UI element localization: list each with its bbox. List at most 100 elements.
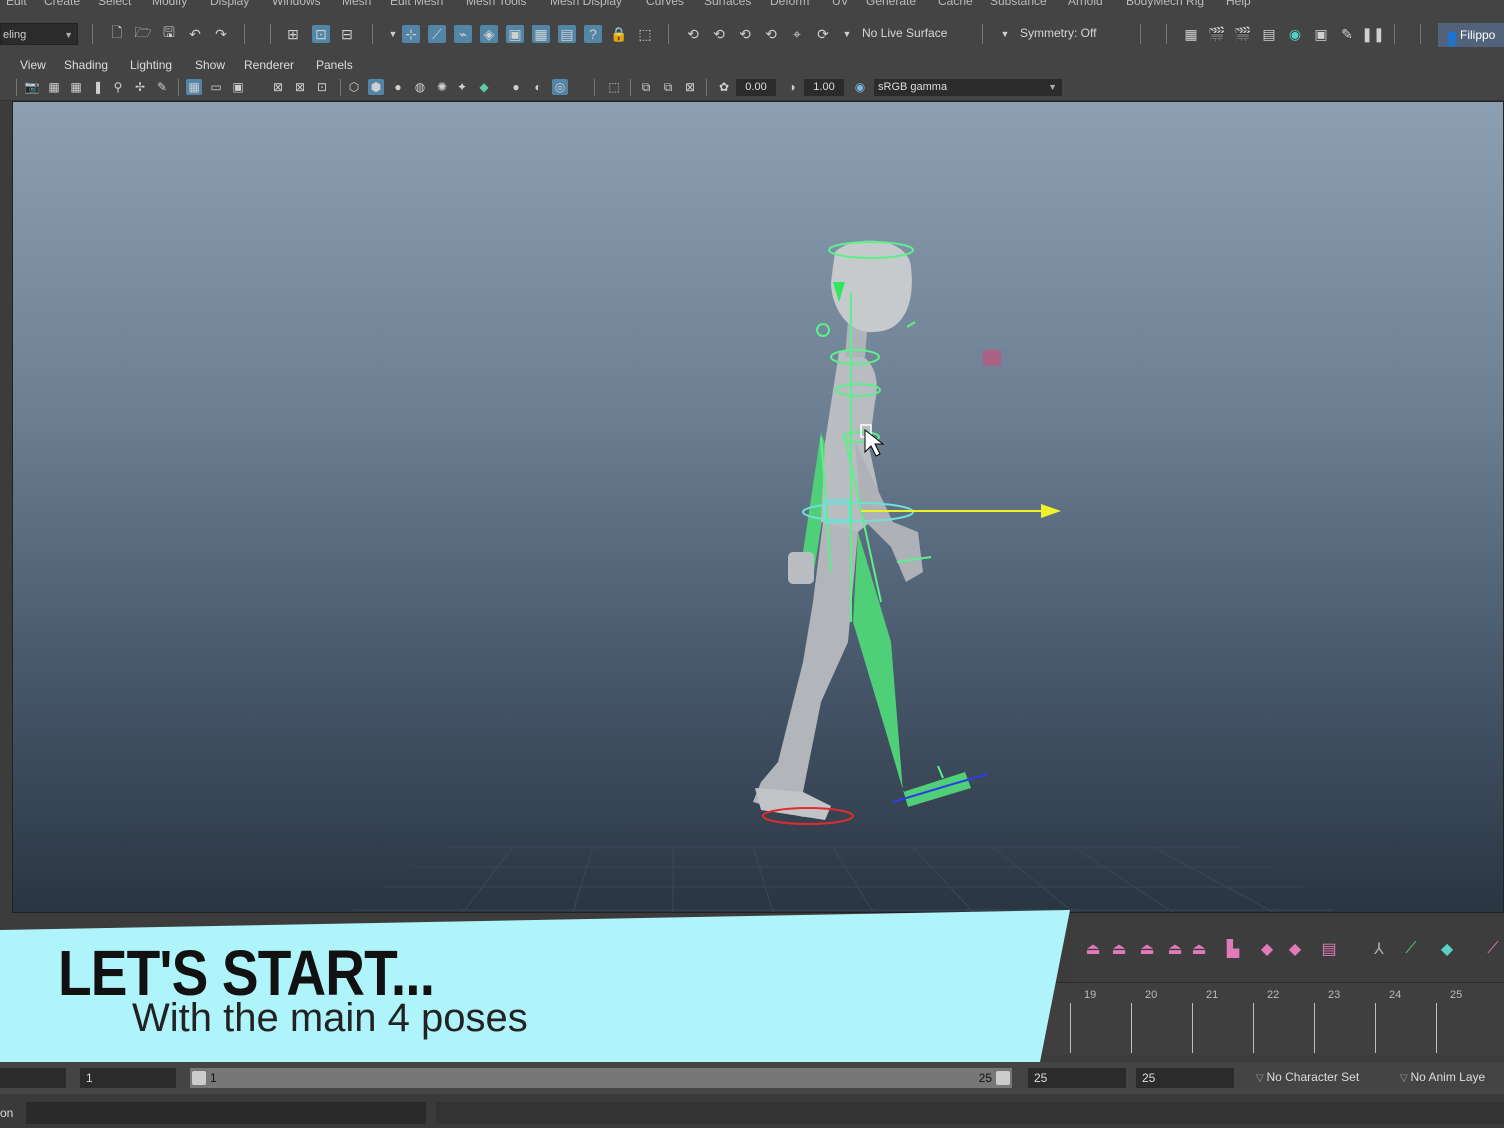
ipr-render-icon[interactable]: 🎬 <box>1234 25 1252 43</box>
snap-view-plane-icon[interactable]: ◈ <box>480 25 498 43</box>
tangent-icon[interactable]: ◆ <box>1258 940 1276 958</box>
playback-start-field[interactable]: 1 <box>80 1068 176 1088</box>
dropdown-arrow-icon[interactable]: ▼ <box>384 25 402 43</box>
breakdown-icon[interactable]: ◆ <box>1286 940 1304 958</box>
panel-menu-view[interactable]: View <box>20 58 46 72</box>
menu-create[interactable]: Create <box>44 0 80 8</box>
light-editor-icon[interactable]: ✎ <box>1338 25 1356 43</box>
lock-icon[interactable]: 🔒 <box>610 25 628 43</box>
resolution-gate-icon[interactable]: ▣ <box>230 79 246 95</box>
time-slider[interactable]: 19 20 21 22 23 24 25 <box>1040 982 1504 1055</box>
menu-curves[interactable]: Curves <box>646 0 684 8</box>
multisample-icon[interactable]: ◐ <box>530 79 546 95</box>
save-scene-icon[interactable]: 🖫 <box>160 24 178 43</box>
key-all-icon[interactable]: ⏏ <box>1084 940 1102 958</box>
render-frame-icon[interactable]: 🎬 <box>1208 25 1226 43</box>
pencil-icon[interactable]: ✎ <box>154 79 170 95</box>
use-all-lights-icon[interactable]: ✺ <box>434 79 450 95</box>
menu-cache[interactable]: Cache <box>938 0 973 8</box>
image-plane-icon[interactable]: ❚ <box>90 79 106 95</box>
command-language-label[interactable]: on <box>0 1106 13 1120</box>
field-chart-icon[interactable]: ⊠ <box>292 79 308 95</box>
tag-icon[interactable]: ⌖ <box>788 25 806 43</box>
gate-mask-icon[interactable]: ⊠ <box>270 79 286 95</box>
key-scale-icon[interactable]: ⏏ <box>1166 940 1184 958</box>
menu-help[interactable]: Help <box>1226 0 1251 8</box>
output-ops-icon[interactable]: ⟲ <box>736 25 754 43</box>
gamma-icon[interactable]: ◑ <box>784 79 800 95</box>
motion-trail-icon[interactable]: ⟋ <box>1402 940 1420 958</box>
grid-icon[interactable]: ▦ <box>186 79 202 95</box>
menu-substance[interactable]: Substance <box>990 0 1047 8</box>
open-scene-icon[interactable]: 🗁 <box>134 24 152 43</box>
range-start-handle[interactable] <box>192 1071 206 1085</box>
menu-edit[interactable]: Edit <box>6 0 27 8</box>
dropdown-arrow-icon[interactable]: ▼ <box>838 25 856 43</box>
menu-display[interactable]: Display <box>210 0 249 8</box>
depth-of-field-icon[interactable]: ◎ <box>552 79 568 95</box>
character-set-dropdown[interactable]: No Character Set <box>1256 1070 1359 1084</box>
menu-windows[interactable]: Windows <box>272 0 321 8</box>
shadows-icon[interactable]: ✦ <box>454 79 470 95</box>
camera-attributes-icon[interactable]: ▦ <box>46 79 62 95</box>
menu-deform[interactable]: Deform <box>770 0 809 8</box>
menu-generate[interactable]: Generate <box>866 0 916 8</box>
2d-pan-icon[interactable]: ⚲ <box>110 79 126 95</box>
anim-layer-dropdown[interactable]: No Anim Laye <box>1400 1070 1485 1084</box>
menu-bodymech-rig[interactable]: BodyMech Rig <box>1126 0 1204 8</box>
animation-end-field[interactable]: 25 <box>1136 1068 1234 1088</box>
snap-curve-icon[interactable]: ⟋ <box>428 25 446 43</box>
menu-mesh-display[interactable]: Mesh Display <box>550 0 622 8</box>
rotate-icon[interactable]: ⟳ <box>814 25 832 43</box>
select-component-icon[interactable]: ⊟ <box>338 25 356 43</box>
render-settings-icon[interactable]: ▤ <box>1260 25 1278 43</box>
symmetry-dropdown[interactable]: Symmetry: Off <box>1020 26 1096 40</box>
textured-icon[interactable]: ◍ <box>412 79 428 95</box>
construction-history-icon[interactable]: ⟲ <box>762 25 780 43</box>
panel-menu-shading[interactable]: Shading <box>64 58 108 72</box>
render-view-icon[interactable]: ▦ <box>1182 25 1200 43</box>
render-setup-icon[interactable]: ▣ <box>1312 25 1330 43</box>
exposure-icon[interactable]: ✿ <box>716 79 732 95</box>
undo-icon[interactable]: ↶ <box>186 25 204 43</box>
playback-end-field[interactable]: 25 <box>1028 1068 1126 1088</box>
panel-menu-renderer[interactable]: Renderer <box>244 58 294 72</box>
camera-icon[interactable]: 📷 <box>24 79 40 95</box>
snap-surface-icon[interactable]: ▣ <box>506 25 524 43</box>
grease-pencil-icon[interactable]: ✢ <box>132 79 148 95</box>
snap-edge-icon[interactable]: ▤ <box>558 25 576 43</box>
xray-active-icon[interactable]: ⊠ <box>682 79 698 95</box>
range-end-handle[interactable] <box>996 1071 1010 1085</box>
hypershade-icon[interactable]: ◉ <box>1286 25 1304 43</box>
bake-icon[interactable]: ▙ <box>1224 940 1242 958</box>
menu-surfaces[interactable]: Surfaces <box>704 0 751 8</box>
ambient-occlusion-icon[interactable]: ◆ <box>476 79 492 95</box>
pause-icon[interactable]: ❚❚ <box>1361 25 1384 43</box>
range-slider[interactable]: 1 25 <box>190 1068 1012 1088</box>
menu-select[interactable]: Select <box>98 0 131 8</box>
motion-blur-icon[interactable]: ● <box>508 79 524 95</box>
input-ops-icon[interactable]: ⟲ <box>710 25 728 43</box>
panel-menu-show[interactable]: Show <box>195 58 225 72</box>
panel-menu-panels[interactable]: Panels <box>316 58 353 72</box>
color-management-icon[interactable]: ◉ <box>852 79 868 95</box>
3d-viewport[interactable] <box>12 101 1504 913</box>
exposure-field[interactable]: 0.00 <box>736 79 776 96</box>
snap-vertex-icon[interactable]: ▦ <box>532 25 550 43</box>
menu-mesh-tools[interactable]: Mesh Tools <box>466 0 526 8</box>
shelf-overflow-icon[interactable]: ⟋ <box>1484 940 1502 958</box>
panel-menu-lighting[interactable]: Lighting <box>130 58 172 72</box>
live-surface-label[interactable]: No Live Surface <box>862 26 947 40</box>
wireframe-icon[interactable]: ⬡ <box>346 79 362 95</box>
menu-set-dropdown[interactable]: eling <box>0 23 78 46</box>
make-live-icon[interactable]: ⬚ <box>636 25 654 43</box>
key-pose-icon[interactable]: ⏏ <box>1190 940 1208 958</box>
user-account-button[interactable]: 👤 Filippo <box>1438 23 1504 47</box>
default-material-icon[interactable]: ● <box>390 79 406 95</box>
select-object-icon[interactable]: ⊡ <box>312 25 330 43</box>
bookmark-icon[interactable]: ▦ <box>68 79 84 95</box>
command-input[interactable] <box>26 1102 426 1124</box>
xray-icon[interactable]: ⧉ <box>638 79 654 95</box>
new-scene-icon[interactable]: 🗋 <box>108 24 126 43</box>
redo-icon[interactable]: ↷ <box>212 25 230 43</box>
